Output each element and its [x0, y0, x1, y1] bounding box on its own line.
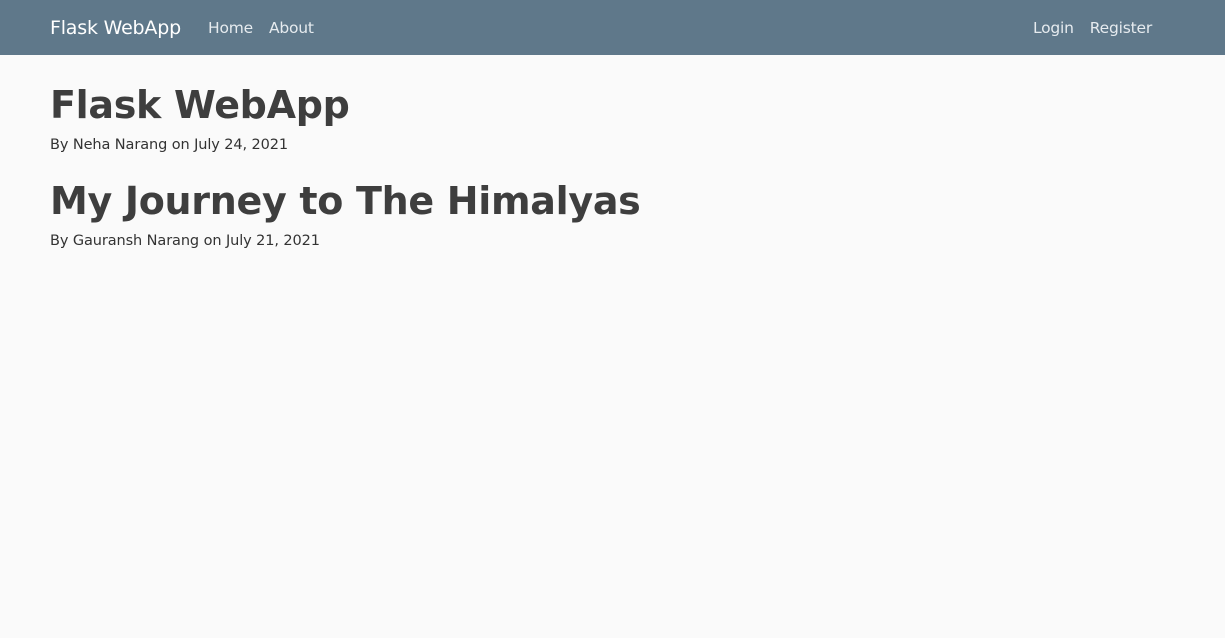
post-on-label: on — [171, 137, 190, 153]
top-navbar: Flask WebApp Home About Login Register — [0, 0, 1225, 55]
post-on-label: on — [203, 233, 222, 249]
brand-link[interactable]: Flask WebApp — [50, 15, 181, 41]
post-list: Flask WebApp By Neha Narang on July 24, … — [50, 80, 1150, 272]
nav-link-home[interactable]: Home — [208, 17, 253, 39]
post-author: Gauransh Narang — [72, 233, 200, 249]
post-meta: By Neha Narang on July 24, 2021 — [50, 133, 1150, 157]
nav-right-group: Login Register — [1033, 17, 1152, 39]
nav-left-group: Home About — [208, 17, 314, 39]
post-item: My Journey to The Himalyas By Gauransh N… — [50, 176, 1150, 253]
post-meta: By Gauransh Narang on July 21, 2021 — [50, 229, 1150, 253]
post-date: July 24, 2021 — [194, 137, 289, 153]
nav-link-login[interactable]: Login — [1033, 17, 1074, 39]
nav-link-register[interactable]: Register — [1090, 17, 1152, 39]
post-author: Neha Narang — [72, 137, 168, 153]
post-title[interactable]: Flask WebApp — [50, 80, 1150, 130]
post-by-label: By — [50, 137, 69, 153]
post-title[interactable]: My Journey to The Himalyas — [50, 176, 1150, 226]
post-by-label: By — [50, 233, 69, 249]
post-date: July 21, 2021 — [225, 233, 320, 249]
post-item: Flask WebApp By Neha Narang on July 24, … — [50, 80, 1150, 157]
nav-link-about[interactable]: About — [269, 17, 314, 39]
